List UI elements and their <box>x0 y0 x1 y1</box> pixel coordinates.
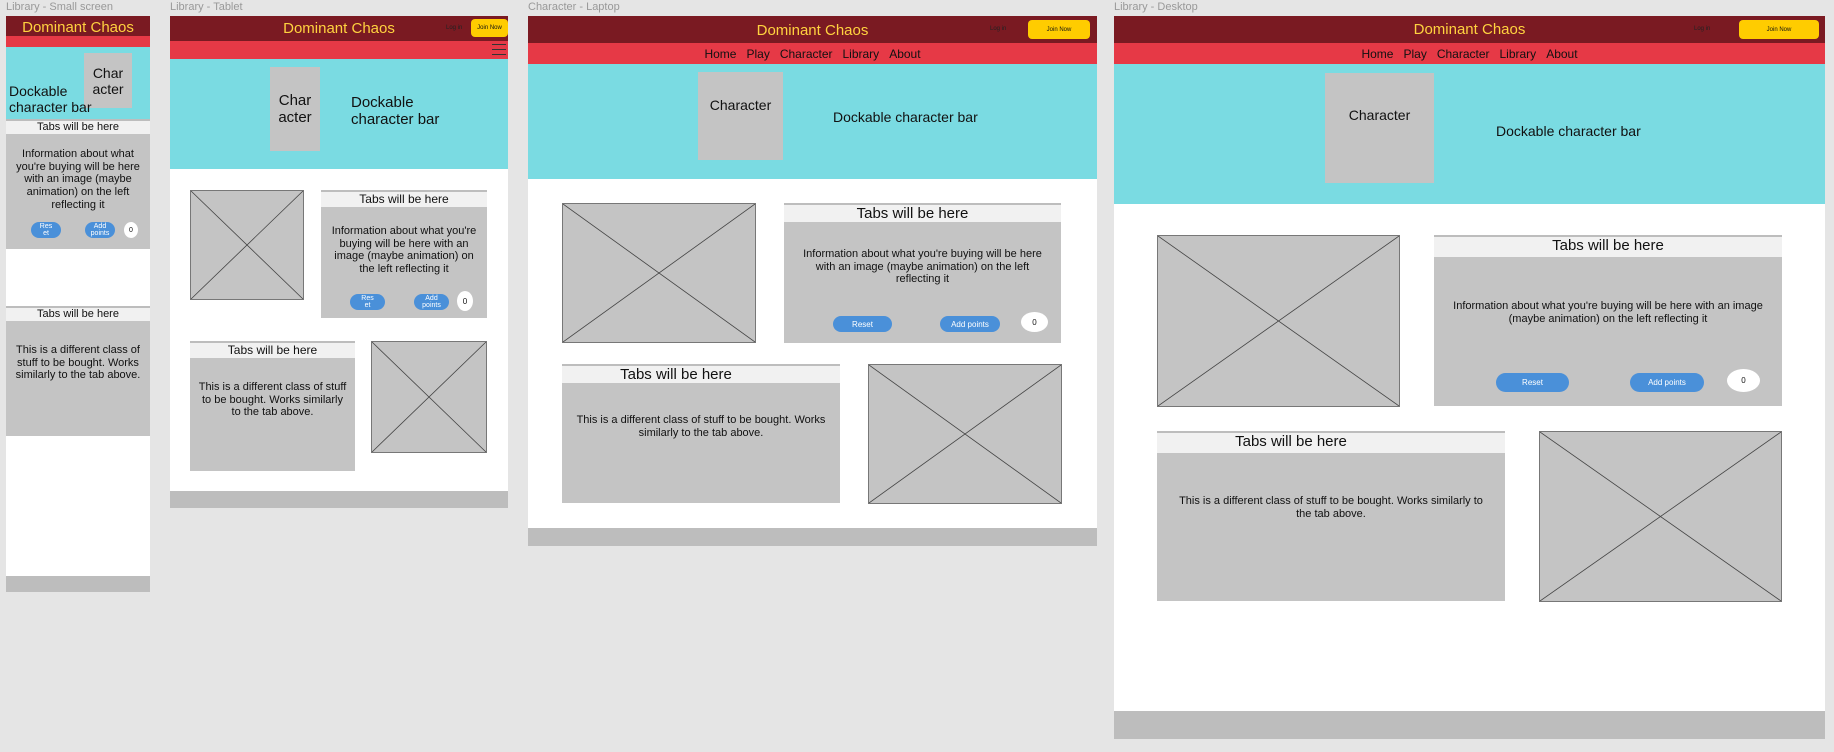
brand-logo[interactable]: Dominant Chaos <box>1114 21 1825 38</box>
nav-bar <box>170 41 508 59</box>
site-header: Dominant Chaos Log in Join Now <box>1114 16 1825 43</box>
frame-tablet: Dominant Chaos Log in Join Now Char acte… <box>170 16 508 508</box>
shop-card-secondary: Tabs will be here This is a different cl… <box>190 341 355 471</box>
card-info-text: Information about what you're buying wil… <box>331 225 477 275</box>
image-placeholder-icon <box>1539 431 1782 602</box>
shop-card-primary: Tabs will be here Information about what… <box>6 119 150 249</box>
character-box[interactable]: Character <box>698 72 783 160</box>
image-placeholder-icon <box>868 364 1062 504</box>
reset-button[interactable]: Reset <box>1496 373 1569 392</box>
join-now-button[interactable]: Join Now <box>1028 20 1090 39</box>
frame-label-small: Library - Small screen <box>6 1 113 13</box>
nav-item-home[interactable]: Home <box>704 47 736 61</box>
site-header: Dominant Chaos <box>6 16 150 36</box>
points-counter[interactable]: 0 <box>457 291 473 311</box>
card-info-text: This is a different class of stuff to be… <box>198 381 347 419</box>
frame-laptop: Dominant Chaos Log in Join Now Home Play… <box>528 16 1097 546</box>
nav-item-character[interactable]: Character <box>1437 47 1490 61</box>
site-header: Dominant Chaos Log in Join Now <box>170 16 508 41</box>
add-points-button[interactable]: Add points <box>1630 373 1704 392</box>
shop-card-secondary: Tabs will be here This is a different cl… <box>6 306 150 436</box>
login-link[interactable]: Log in <box>1694 26 1710 32</box>
join-now-button[interactable]: Join Now <box>471 19 508 37</box>
nav-bar <box>6 36 150 47</box>
character-dock: Character Dockable character bar <box>1114 64 1825 204</box>
nav-item-play[interactable]: Play <box>746 47 769 61</box>
dock-label: Dockable character bar <box>351 94 440 129</box>
login-link[interactable]: Log in <box>990 26 1006 32</box>
frame-label-tablet: Library - Tablet <box>170 1 243 13</box>
nav-item-play[interactable]: Play <box>1403 47 1426 61</box>
tab-bar[interactable]: Tabs will be here <box>784 203 1061 222</box>
footer <box>6 576 150 592</box>
character-box[interactable]: Char acter <box>270 67 320 151</box>
footer <box>170 491 508 508</box>
character-dock: Char acter Dockable character bar <box>170 59 508 169</box>
dock-label: Dockable character bar <box>9 83 92 116</box>
tab-bar[interactable]: Tabs will be here <box>6 306 150 321</box>
reset-button[interactable]: Res et <box>31 222 61 238</box>
nav-item-home[interactable]: Home <box>1361 47 1393 61</box>
card-info-text: This is a different class of stuff to be… <box>15 344 141 382</box>
card-info-text: This is a different class of stuff to be… <box>1179 495 1483 520</box>
card-info-text: This is a different class of stuff to be… <box>576 414 826 439</box>
points-counter[interactable]: 0 <box>1727 369 1760 392</box>
card-info-text: Information about what you're buying wil… <box>1453 300 1763 325</box>
nav-item-library[interactable]: Library <box>1500 47 1537 61</box>
footer <box>1114 711 1825 739</box>
card-info-text: Information about what you're buying wil… <box>803 248 1042 286</box>
reset-button[interactable]: Reset <box>833 316 892 332</box>
brand-logo[interactable]: Dominant Chaos <box>528 22 1097 39</box>
site-header: Dominant Chaos Log in Join Now <box>528 16 1097 43</box>
frame-label-laptop: Character - Laptop <box>528 1 620 13</box>
join-now-button[interactable]: Join Now <box>1739 20 1819 39</box>
shop-card-primary: Tabs will be here Information about what… <box>1434 235 1782 406</box>
tab-bar[interactable]: Tabs will be here <box>190 341 355 358</box>
image-placeholder-icon <box>1157 235 1400 407</box>
tab-bar[interactable]: Tabs will be here <box>1434 235 1782 257</box>
footer <box>528 528 1097 546</box>
reset-button[interactable]: Res et <box>350 294 385 310</box>
card-info-text: Information about what you're buying wil… <box>16 148 140 211</box>
shop-card-primary: Tabs will be here Information about what… <box>321 190 487 318</box>
add-points-button[interactable]: Add points <box>414 294 449 310</box>
nav-bar: Home Play Character Library About <box>528 43 1097 64</box>
shop-card-secondary: Tabs will be here This is a different cl… <box>562 364 840 503</box>
nav-item-library[interactable]: Library <box>843 47 880 61</box>
shop-card-secondary: Tabs will be here This is a different cl… <box>1157 431 1505 601</box>
tab-bar[interactable]: Tabs will be here <box>562 364 840 383</box>
image-placeholder-icon <box>190 190 304 300</box>
points-counter[interactable]: 0 <box>1021 312 1048 332</box>
nav-item-about[interactable]: About <box>1546 47 1577 61</box>
frame-label-desktop: Library - Desktop <box>1114 1 1198 13</box>
dock-label: Dockable character bar <box>833 109 978 125</box>
image-placeholder-icon <box>562 203 756 343</box>
menu-icon[interactable] <box>492 44 506 59</box>
add-points-button[interactable]: Add points <box>85 222 115 238</box>
login-link[interactable]: Log in <box>446 25 462 31</box>
tab-bar[interactable]: Tabs will be here <box>6 119 150 134</box>
character-box[interactable]: Character <box>1325 73 1434 183</box>
tab-bar[interactable]: Tabs will be here <box>1157 431 1505 453</box>
dock-label: Dockable character bar <box>1496 123 1641 139</box>
nav-bar: Home Play Character Library About <box>1114 43 1825 64</box>
character-dock: Character Dockable character bar <box>528 64 1097 179</box>
frame-desktop: Dominant Chaos Log in Join Now Home Play… <box>1114 16 1825 739</box>
add-points-button[interactable]: Add points <box>940 316 1000 332</box>
nav-item-character[interactable]: Character <box>780 47 833 61</box>
frame-small-screen: Dominant Chaos Char acter Dockable chara… <box>6 16 150 592</box>
nav-item-about[interactable]: About <box>889 47 920 61</box>
tab-bar[interactable]: Tabs will be here <box>321 190 487 207</box>
image-placeholder-icon <box>371 341 487 453</box>
brand-logo[interactable]: Dominant Chaos <box>6 19 150 36</box>
points-counter[interactable]: 0 <box>124 222 138 238</box>
shop-card-primary: Tabs will be here Information about what… <box>784 203 1061 343</box>
